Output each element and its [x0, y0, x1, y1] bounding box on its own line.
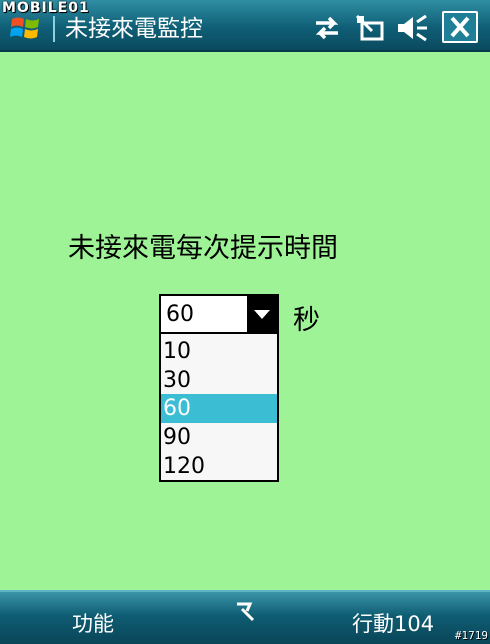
- select-value: 60: [166, 302, 194, 327]
- connectivity-icon[interactable]: [310, 13, 344, 43]
- dropdown-option[interactable]: 120: [161, 452, 277, 481]
- interval-select[interactable]: 60: [159, 294, 279, 334]
- image-id-label: #1719: [454, 629, 488, 642]
- chevron-down-icon: [254, 310, 270, 319]
- unit-label: 秒: [293, 305, 320, 336]
- dropdown-option[interactable]: 90: [161, 423, 277, 452]
- phone-off-icon[interactable]: [354, 13, 388, 43]
- content-area: 未接來電每次提示時間 60 秒 10 30 60 90 120: [0, 52, 490, 590]
- prompt-label: 未接來電每次提示時間: [68, 233, 338, 264]
- softkey-left-menu[interactable]: 功能: [72, 608, 114, 638]
- dropdown-option[interactable]: 30: [161, 366, 277, 395]
- dropdown-options-list: 10 30 60 90 120: [159, 334, 279, 482]
- volume-muted-icon[interactable]: [396, 13, 430, 43]
- watermark-logo: MOBILE01: [2, 0, 90, 16]
- close-icon: [450, 16, 470, 38]
- close-button[interactable]: [442, 11, 478, 43]
- dropdown-arrow-button[interactable]: [247, 296, 277, 332]
- softkey-bar: 功能 行動104 #1719: [0, 590, 490, 644]
- input-method-icon[interactable]: [228, 598, 262, 628]
- softkey-right-operator[interactable]: 行動104: [352, 608, 434, 638]
- dropdown-option-selected[interactable]: 60: [161, 394, 277, 423]
- dropdown-option[interactable]: 10: [161, 337, 277, 366]
